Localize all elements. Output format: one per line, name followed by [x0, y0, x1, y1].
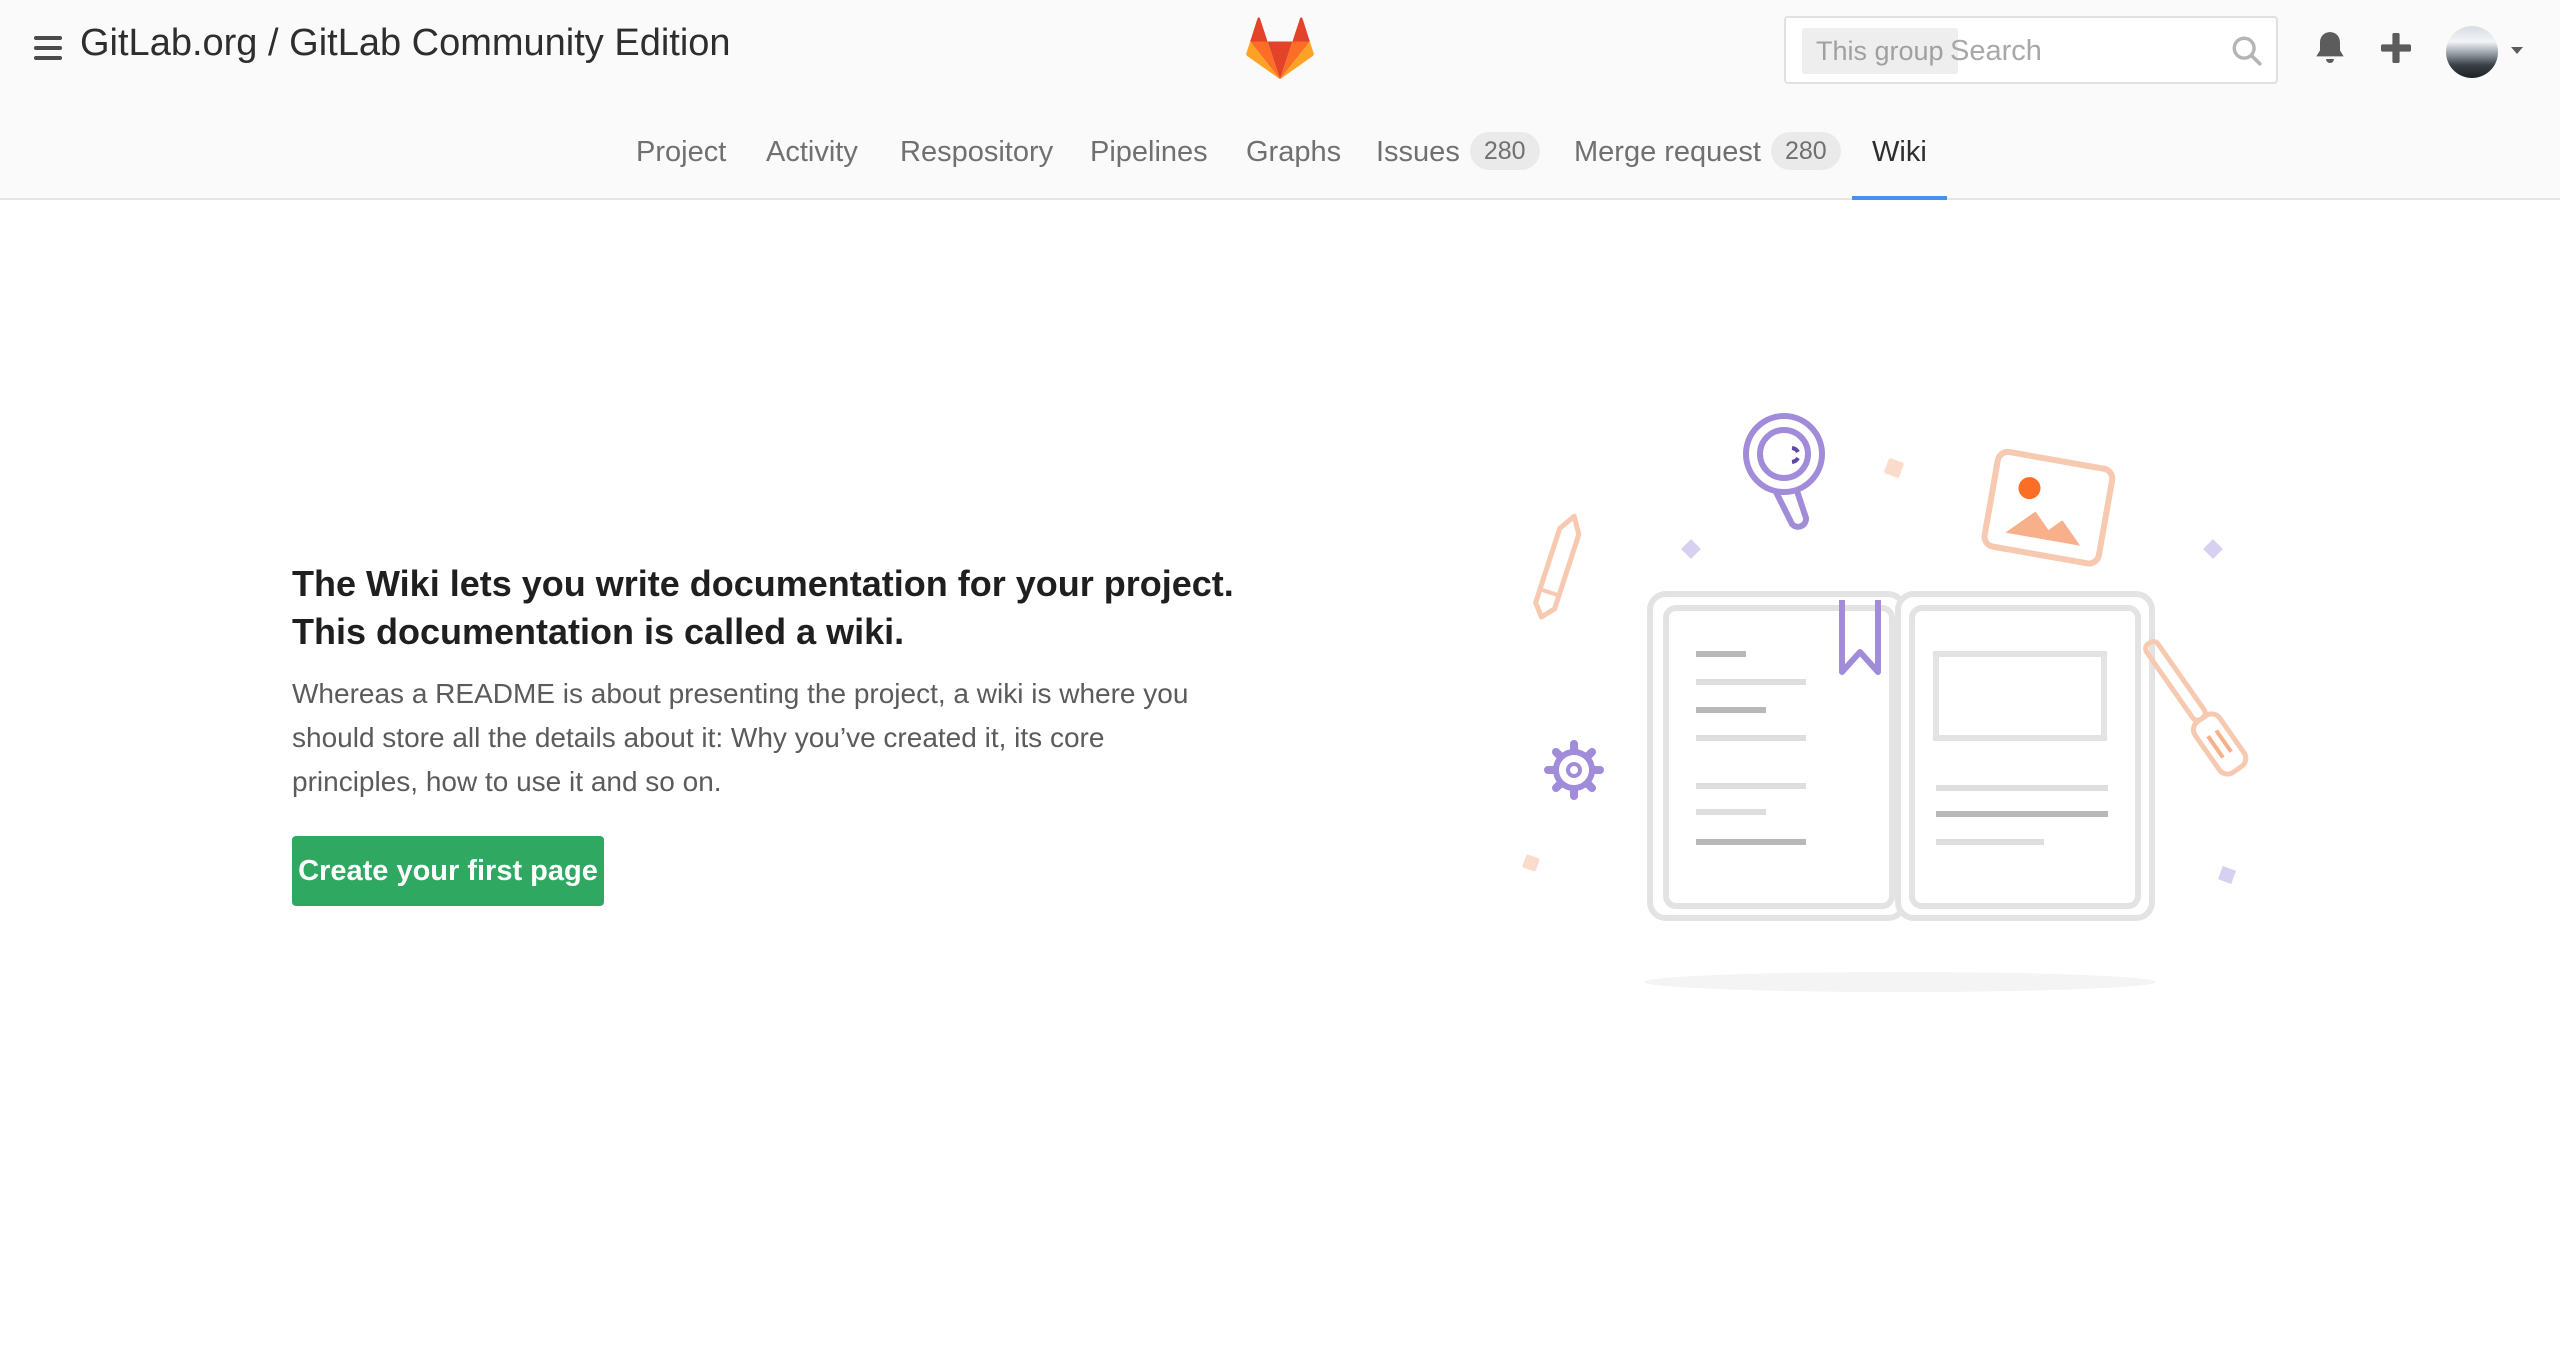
breadcrumb-group-link[interactable]: GitLab.org	[80, 22, 257, 64]
book-icon	[1647, 591, 2155, 921]
breadcrumb-separator: /	[257, 22, 290, 64]
tab-wiki[interactable]: Wiki	[1852, 122, 1947, 200]
user-menu[interactable]	[2446, 24, 2530, 78]
tab-label: Merge request	[1574, 136, 1761, 168]
tab-pipelines[interactable]: Pipelines	[1090, 122, 1208, 200]
wiki-illustration	[1522, 413, 2249, 992]
tab-label: Issues	[1376, 136, 1460, 168]
search-box: This group	[1784, 16, 2278, 84]
avatar[interactable]	[2446, 26, 2498, 78]
tab-issues[interactable]: Issues 280	[1376, 122, 1540, 200]
tab-repository[interactable]: Respository	[900, 122, 1053, 200]
tab-label: Wiki	[1872, 136, 1927, 168]
merge-requests-count-badge: 280	[1771, 132, 1841, 171]
chevron-down-icon[interactable]	[2510, 46, 2524, 56]
create-first-page-button[interactable]: Create your first page	[292, 836, 604, 906]
tab-label: Respository	[900, 136, 1054, 168]
search-scope-badge[interactable]: This group	[1802, 28, 1958, 74]
bell-icon[interactable]	[2310, 28, 2350, 68]
gitlab-logo-icon[interactable]	[1246, 16, 1314, 82]
top-header: GitLab.org / GitLab Community Edition Th…	[0, 0, 2560, 200]
image-icon	[1981, 448, 2116, 567]
search-input[interactable]	[1950, 26, 2210, 76]
tab-label: Pipelines	[1090, 136, 1208, 168]
gear-icon	[1544, 740, 1604, 800]
plus-icon[interactable]	[2378, 30, 2414, 66]
breadcrumb-project-link[interactable]: GitLab Community Edition	[289, 22, 730, 64]
tab-label: Project	[636, 136, 727, 168]
breadcrumb: GitLab.org / GitLab Community Edition	[80, 22, 731, 65]
pencil-icon	[1533, 513, 1582, 620]
tab-graphs[interactable]: Graphs	[1246, 122, 1341, 200]
heading-line-2: This documentation is called a wiki.	[292, 611, 905, 652]
search-icon[interactable]	[2230, 34, 2264, 68]
tab-activity[interactable]: Activity	[766, 122, 858, 200]
empty-state-description: Whereas a README is about presenting the…	[292, 678, 1189, 797]
tab-project[interactable]: Project	[636, 122, 726, 200]
project-nav: Project Activity Respository Pipelines G…	[0, 122, 2560, 200]
tab-merge-requests[interactable]: Merge request 280	[1574, 122, 1841, 200]
heading-line-1: The Wiki lets you write documentation fo…	[292, 563, 1234, 604]
hamburger-icon[interactable]	[34, 36, 62, 62]
tab-label: Graphs	[1246, 136, 1342, 168]
issues-count-badge: 280	[1469, 132, 1540, 171]
magnifier-icon	[1743, 413, 1825, 530]
tab-label: Activity	[766, 136, 858, 168]
empty-state-heading: The Wiki lets you write documentation fo…	[292, 560, 1252, 656]
